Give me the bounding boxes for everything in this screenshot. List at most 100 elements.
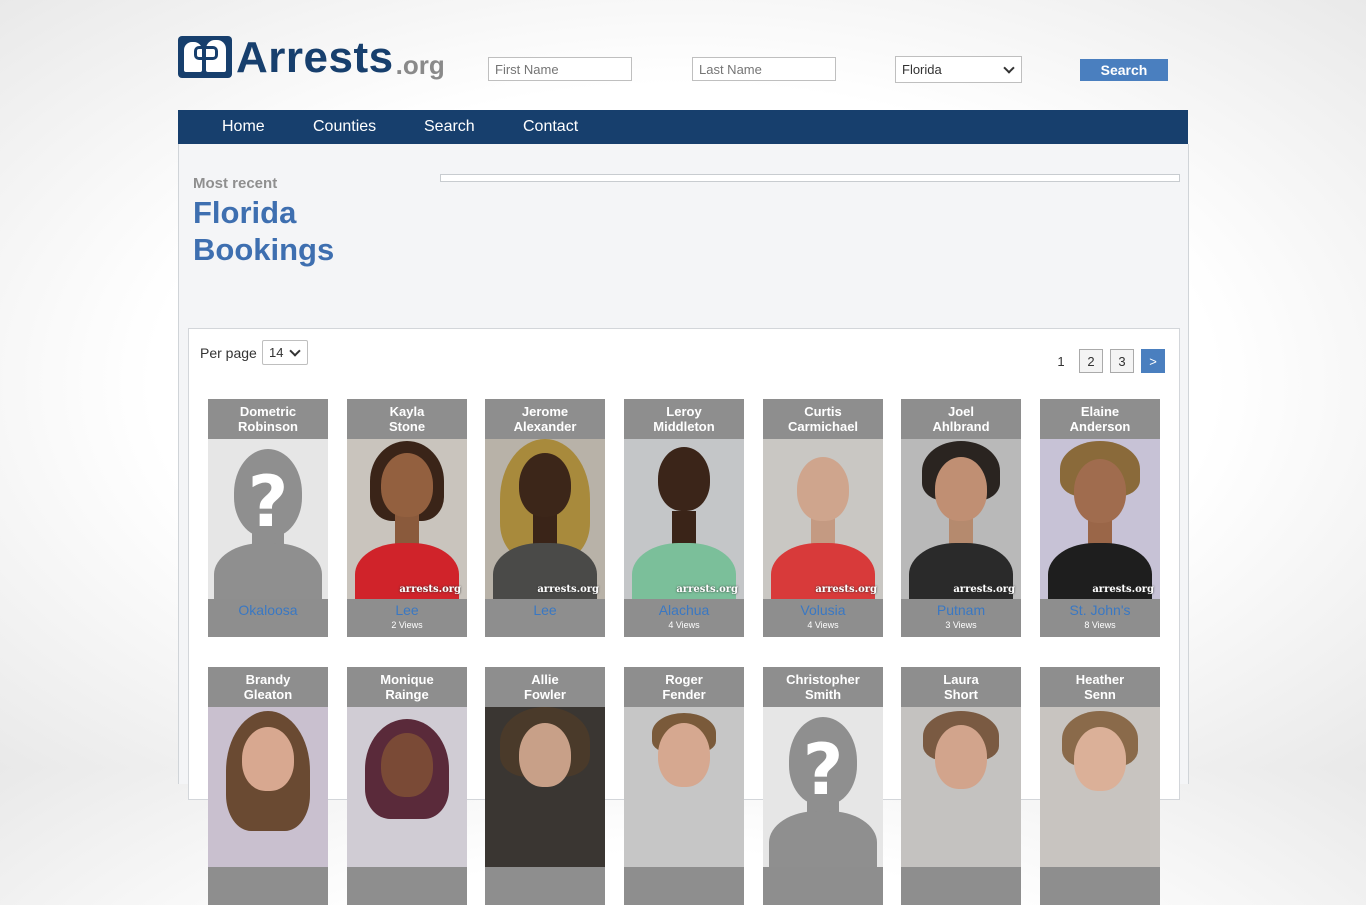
county-link[interactable]: Okaloosa — [208, 602, 328, 619]
chevron-down-icon — [289, 344, 301, 357]
view-count: 4 Views — [807, 620, 839, 630]
mugshot-photo — [347, 707, 467, 867]
inmate-name: Laura Short — [901, 667, 1021, 707]
most-recent-label: Most recent — [193, 175, 278, 192]
first-name: Curtis — [804, 404, 842, 419]
per-page-select[interactable]: 14 — [262, 340, 308, 365]
inmate-name: Elaine Anderson — [1040, 399, 1160, 439]
last-name: Gleaton — [243, 687, 293, 702]
booking-card[interactable]: Joel Ahlbrand arrests.org Putnam 3 Views — [901, 399, 1021, 637]
first-name: Elaine — [1080, 404, 1120, 419]
booking-card[interactable]: Christopher Smith ? — [763, 667, 883, 905]
mugshot-photo: arrests.org — [347, 439, 467, 599]
main-content: Most recent Florida Bookings Per page 14… — [178, 144, 1189, 905]
inmate-name: Joel Ahlbrand — [901, 399, 1021, 439]
last-name: Ahlbrand — [932, 419, 990, 434]
watermark: arrests.org — [1092, 584, 1154, 595]
first-name: Monique — [380, 672, 434, 687]
page-title: Florida Bookings — [193, 194, 393, 268]
mugshot-photo — [485, 707, 605, 867]
page-2-link[interactable]: 2 — [1079, 349, 1103, 373]
question-mark: ? — [802, 729, 844, 811]
last-name: Middleton — [653, 419, 715, 434]
inmate-name: Roger Fender — [624, 667, 744, 707]
inmate-name: Dometric Robinson — [208, 399, 328, 439]
ad-banner — [440, 174, 1180, 182]
booking-card[interactable]: Laura Short — [901, 667, 1021, 905]
search-button[interactable]: Search — [1080, 59, 1168, 81]
state-select[interactable]: Florida — [895, 56, 1022, 83]
first-name: Roger — [665, 672, 703, 687]
inmate-name: Monique Rainge — [347, 667, 467, 707]
last-name: Carmichael — [787, 419, 859, 434]
state-select-value: Florida — [902, 62, 942, 77]
booking-card[interactable]: Heather Senn — [1040, 667, 1160, 905]
booking-card[interactable]: Jerome Alexander arrests.org Lee — [485, 399, 605, 637]
first-name: Kayla — [389, 404, 425, 419]
mugshot-photo: arrests.org — [901, 439, 1021, 599]
nav-home[interactable]: Home — [222, 110, 265, 144]
county-link[interactable]: Lee — [347, 602, 467, 619]
booking-card[interactable]: Curtis Carmichael arrests.org Volusia 4 … — [763, 399, 883, 637]
booking-card[interactable]: Dometric Robinson ? Okaloosa — [208, 399, 328, 637]
inmate-name: Leroy Middleton — [624, 399, 744, 439]
page-title-line1: Florida — [193, 195, 297, 230]
view-count: 2 Views — [391, 620, 423, 630]
county-link[interactable]: Lee — [485, 602, 605, 619]
main-nav: Home Counties Search Contact — [178, 110, 1188, 144]
first-name: Joel — [947, 404, 974, 419]
county-link[interactable]: Volusia — [763, 602, 883, 619]
booking-card[interactable]: Brandy Gleaton — [208, 667, 328, 905]
last-name: Short — [944, 687, 978, 702]
first-name: Dometric — [239, 404, 297, 419]
per-page-value: 14 — [269, 345, 284, 360]
site-header: Arrests .org Florida Search — [178, 30, 1188, 90]
handcuffed-figures-icon — [178, 36, 232, 78]
mugshot-photo: arrests.org — [763, 439, 883, 599]
nav-counties[interactable]: Counties — [313, 110, 376, 144]
first-name: Brandy — [245, 672, 291, 687]
booking-card[interactable]: Allie Fowler — [485, 667, 605, 905]
inmate-name: Kayla Stone — [347, 399, 467, 439]
last-name: Rainge — [385, 687, 429, 702]
watermark: arrests.org — [676, 584, 738, 595]
logo-suffix: .org — [395, 50, 445, 80]
mugshot-photo — [208, 707, 328, 867]
inmate-name: Christopher Smith — [763, 667, 883, 707]
booking-card[interactable]: Kayla Stone arrests.org Lee 2 Views — [347, 399, 467, 637]
last-name: Smith — [804, 687, 842, 702]
booking-card[interactable]: Leroy Middleton arrests.org Alachua 4 Vi… — [624, 399, 744, 637]
last-name-input[interactable] — [692, 57, 836, 81]
first-name: Leroy — [666, 404, 702, 419]
watermark: arrests.org — [815, 584, 877, 595]
county-link[interactable]: Alachua — [624, 602, 744, 619]
per-page-label: Per page — [200, 345, 257, 361]
no-photo-placeholder-icon: ? — [208, 439, 328, 599]
next-page-button[interactable]: > — [1141, 349, 1165, 373]
page-3-link[interactable]: 3 — [1110, 349, 1134, 373]
view-count: 3 Views — [945, 620, 977, 630]
first-name: Heather — [1075, 672, 1125, 687]
last-name: Stone — [388, 419, 426, 434]
bookings-listing: Per page 14 1 2 3 > Dometric Robinson ? … — [188, 328, 1180, 905]
booking-card[interactable]: Elaine Anderson arrests.org St. John's 8… — [1040, 399, 1160, 637]
last-name: Fender — [662, 687, 706, 702]
booking-card[interactable]: Roger Fender — [624, 667, 744, 905]
mugshot-photo: arrests.org — [624, 439, 744, 599]
first-name-input[interactable] — [488, 57, 632, 81]
page-1-current: 1 — [1057, 353, 1065, 369]
chevron-down-icon — [1003, 61, 1015, 74]
booking-card[interactable]: Monique Rainge — [347, 667, 467, 905]
view-count: 8 Views — [1084, 620, 1116, 630]
site-logo[interactable]: Arrests .org — [178, 36, 445, 80]
first-name: Jerome — [521, 404, 569, 419]
mugshot-photo: arrests.org — [1040, 439, 1160, 599]
last-name: Alexander — [513, 419, 577, 434]
first-name: Laura — [943, 672, 979, 687]
mugshot-photo — [901, 707, 1021, 867]
nav-contact[interactable]: Contact — [523, 110, 578, 144]
last-name: Senn — [1084, 687, 1116, 702]
nav-search[interactable]: Search — [424, 110, 475, 144]
county-link[interactable]: Putnam — [901, 602, 1021, 619]
county-link[interactable]: St. John's — [1040, 602, 1160, 619]
